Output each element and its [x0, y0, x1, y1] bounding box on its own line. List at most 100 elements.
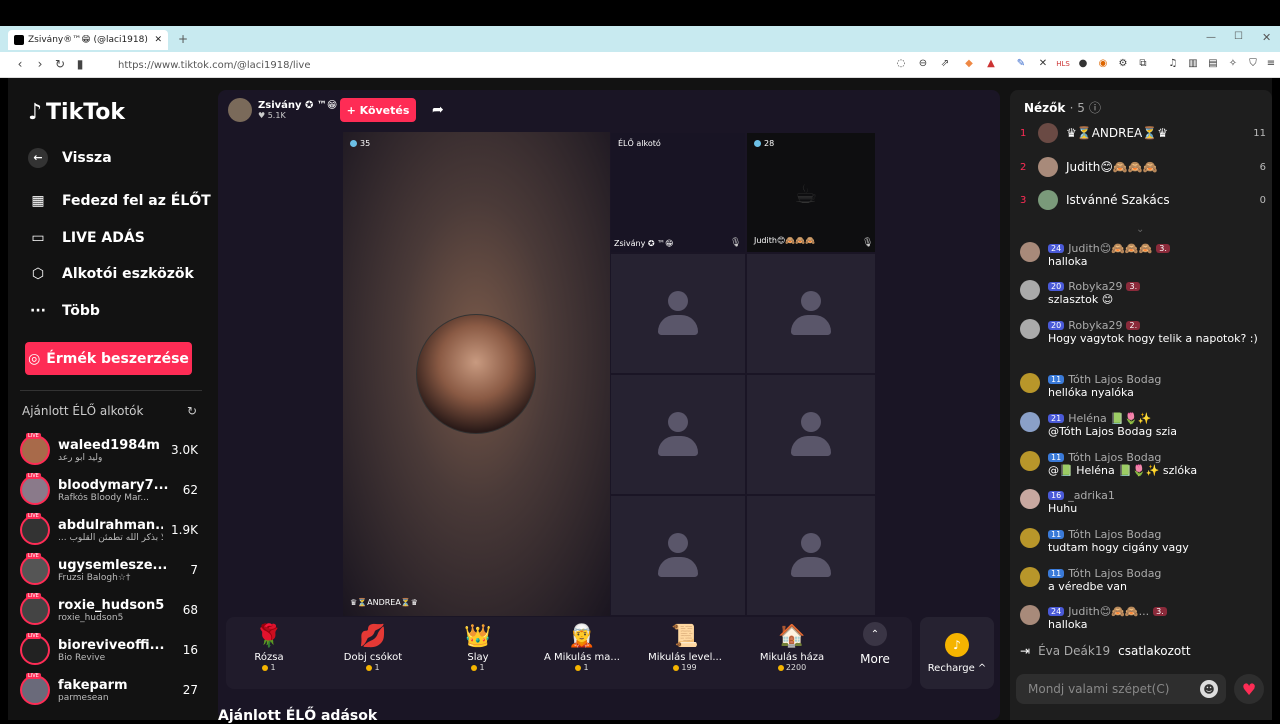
forward-icon[interactable]: ›: [32, 57, 48, 71]
video-camera-icon: ▭: [31, 230, 45, 246]
empty-seat-tile[interactable]: [746, 253, 876, 374]
avatar: LIVE: [20, 433, 50, 465]
tiktok-coin-icon: ♪: [945, 632, 969, 657]
viewer-row[interactable]: 3 Istvánné Szakács 0: [1020, 188, 1266, 212]
creator-item[interactable]: LIVE bloodymary7... Rafkós Bloody Mar... …: [20, 472, 198, 508]
main-guest-avatar: [416, 314, 536, 434]
gift-item-slay[interactable]: 👑 Slay 1: [433, 622, 523, 672]
extension-circle-icon[interactable]: ●: [1076, 57, 1090, 71]
new-tab-icon[interactable]: +: [178, 32, 188, 46]
more-gifts-button[interactable]: ⌃ More: [860, 622, 890, 666]
extension-gear-icon[interactable]: ⚙: [1116, 57, 1130, 71]
avatar: [1020, 319, 1040, 339]
coin-icon: [777, 664, 784, 671]
avatar: [1020, 412, 1040, 432]
zoom-icon[interactable]: ⊖: [916, 57, 930, 71]
arrow-left-icon: ←: [28, 148, 48, 168]
creator-item[interactable]: LIVE waleed1984m وليد ابو رعد 3.0K: [20, 432, 198, 468]
gift-item-santa-house[interactable]: 🏠 Mikulás háza 2200: [747, 622, 837, 672]
wallet-icon[interactable]: ▤: [1206, 57, 1220, 71]
close-tab-icon[interactable]: ✕: [154, 35, 162, 45]
viewers-header: Nézők · 5 ⓘ: [1024, 101, 1102, 115]
gift-item-santa[interactable]: 🧝 A Mikulás ma... 1: [537, 622, 627, 672]
chat-input[interactable]: Mondj valami szépet(C): [1016, 674, 1226, 704]
empty-seat-tile[interactable]: [610, 253, 746, 374]
creator-item[interactable]: LIVE abdulrahman...... الا بذكر الله تطم…: [20, 512, 198, 548]
sidebar-icon[interactable]: ▥: [1186, 57, 1200, 71]
chevron-up-icon: ⌃: [863, 622, 887, 646]
chat-message: 20 Robyka29 2. Hogy vagytok hogy telik a na…: [1020, 319, 1266, 346]
main-guest-name: ♛⏳ANDREA⏳♛: [350, 598, 418, 607]
window-close-icon[interactable]: ✕: [1262, 31, 1271, 44]
extensions-icon[interactable]: ⧉: [1136, 57, 1150, 71]
minimize-icon[interactable]: —: [1206, 32, 1216, 43]
gift-item-santa-letter[interactable]: 📜 Mikulás level... 199: [640, 622, 730, 672]
avatar: LIVE: [20, 633, 50, 665]
chevron-down-icon[interactable]: ⌄: [1136, 224, 1144, 235]
more-dots-icon: ···: [30, 303, 46, 319]
refresh-icon[interactable]: ↻: [187, 404, 197, 418]
sidebar-item-discover-live[interactable]: ▦ Fedezd fel az ÉLŐT: [28, 193, 210, 209]
crown-icon: 👑: [464, 624, 492, 649]
sidebar-item-more[interactable]: ··· Több: [28, 303, 100, 319]
avatar: [1020, 373, 1040, 393]
extension-color-icon[interactable]: ◉: [1096, 57, 1110, 71]
back-icon[interactable]: ‹: [12, 57, 28, 71]
address-bar[interactable]: https://www.tiktok.com/@laci1918/live: [96, 56, 896, 74]
creator-item[interactable]: LIVE ugysemlesze... Fruzsi Balogh☆† 7: [20, 552, 198, 588]
creator-tools-icon: ⬡: [31, 266, 45, 282]
reload-icon[interactable]: ↻: [52, 57, 68, 71]
creator-item[interactable]: LIVE fakeparm parmesean 27: [20, 672, 198, 708]
guest-tile[interactable]: [610, 132, 746, 253]
live-discover-icon: ▦: [31, 193, 45, 209]
sidebar-item-live[interactable]: ▭ LIVE ADÁS: [28, 230, 144, 246]
avatar: [1020, 528, 1040, 548]
extension-x-icon[interactable]: ✕: [1036, 57, 1050, 71]
back-button[interactable]: ← Vissza: [28, 148, 112, 168]
person-placeholder-icon: [791, 411, 831, 458]
extension-icon[interactable]: ◌: [894, 57, 908, 71]
hls-icon[interactable]: HLS: [1056, 57, 1070, 71]
viewer-row[interactable]: 2 Judith😊🙈🙈🙈 6: [1020, 155, 1266, 179]
heart-icon[interactable]: ♥: [1234, 674, 1264, 704]
leo-icon[interactable]: ✧: [1226, 57, 1240, 71]
viewer-row[interactable]: 1 ♛⏳ANDREA⏳♛ 11: [1020, 121, 1266, 145]
empty-seat-tile[interactable]: [610, 374, 746, 495]
emoji-icon[interactable]: ☻: [1200, 680, 1218, 698]
host-info[interactable]: Zsivány ✪ ™😁 ♥ 5.1K: [228, 98, 337, 122]
empty-seat-tile[interactable]: [746, 495, 876, 616]
share-page-icon[interactable]: ⇗: [938, 57, 952, 71]
follow-button[interactable]: + Követés: [340, 98, 416, 122]
rewards-icon[interactable]: ▲: [984, 57, 998, 71]
menu-icon[interactable]: ≡: [1264, 57, 1278, 71]
recharge-button[interactable]: ♪ Recharge ^: [920, 617, 994, 689]
empty-seat-tile[interactable]: [746, 374, 876, 495]
tiktok-note-icon: ♪: [28, 100, 43, 125]
browser-tab[interactable]: Zsivány®™😁 (@laci1918) Él... ✕: [8, 30, 168, 50]
maximize-icon[interactable]: ☐: [1234, 31, 1243, 42]
get-coins-button[interactable]: ◎ Érmék beszerzése: [25, 342, 192, 375]
tiktok-logo[interactable]: ♪ TikTok: [28, 100, 125, 125]
url-text: https://www.tiktok.com/@laci1918/live: [118, 59, 311, 71]
info-icon: ⓘ: [1089, 101, 1102, 115]
bookmark-icon[interactable]: ▮: [72, 57, 88, 71]
gift-item-kiss[interactable]: 💋 Dobj csókot 1: [328, 622, 418, 672]
share-icon[interactable]: ➦: [432, 102, 444, 118]
sidebar-item-creator-tools[interactable]: ⬡ Alkotói eszközök: [28, 266, 194, 282]
vpn-icon[interactable]: ⛉: [1246, 57, 1260, 71]
translate-icon[interactable]: ✎: [1014, 57, 1028, 71]
top-black-bar: [0, 0, 1280, 26]
avatar: LIVE: [20, 673, 50, 705]
creator-item[interactable]: LIVE roxie_hudson5 roxie_hudson5 68: [20, 592, 198, 628]
chat-message: 11 Tóth Lajos Bodag a véredbe van: [1020, 567, 1266, 594]
chat-message: 16 _adrika1 Huhu: [1020, 489, 1266, 516]
tab-title: Zsivány®™😁 (@laci1918) Él...: [28, 35, 150, 45]
gift-item-rose[interactable]: 🌹 Rózsa 1: [224, 622, 314, 672]
media-icon[interactable]: ♫: [1166, 57, 1180, 71]
person-placeholder-icon: [791, 532, 831, 579]
empty-seat-tile[interactable]: [610, 495, 746, 616]
person-placeholder-icon: [791, 290, 831, 337]
tiktok-favicon-icon: [14, 35, 24, 45]
brave-shield-icon[interactable]: ◆: [962, 57, 976, 71]
creator-item[interactable]: LIVE bioreviveoffi... Bio Revive 16: [20, 632, 198, 668]
